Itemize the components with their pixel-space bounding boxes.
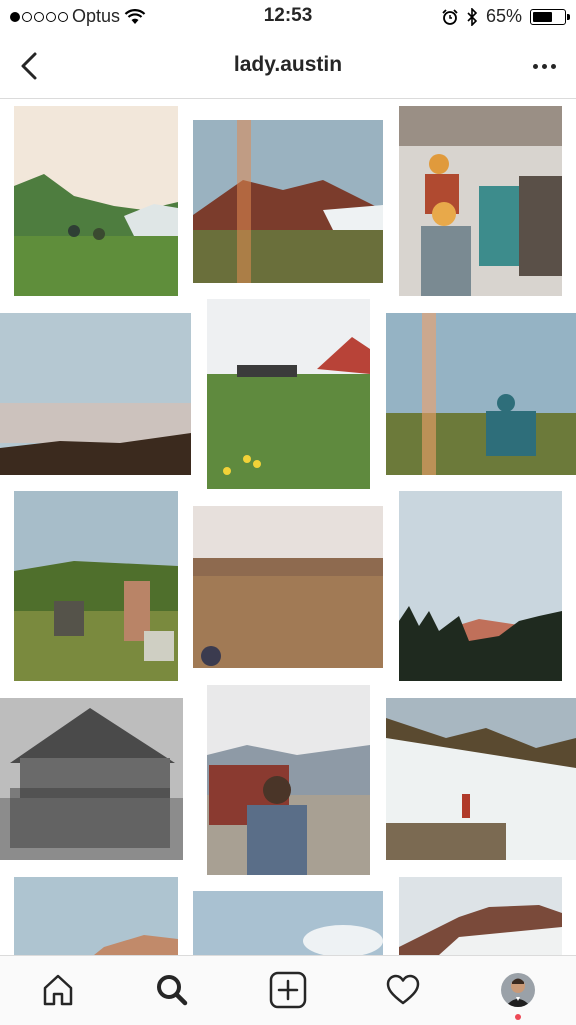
photo-sky-horizon [0,313,191,475]
battery-percent: 65% [485,6,522,26]
photo-clouds-partial [193,891,383,955]
photo-mountain-meadow [14,106,178,296]
add-post-icon [269,971,307,1009]
status-bar: Optus 12:53 65% [0,0,576,34]
alarm-icon [442,8,458,25]
more-horizontal-icon [532,63,556,69]
photo-tile-10[interactable] [0,698,183,860]
tab-profile[interactable] [498,970,538,1010]
photo-hikers-field [207,299,370,489]
tab-new-post[interactable] [268,970,308,1010]
photo-tile-15[interactable] [399,877,562,955]
photo-tile-1[interactable] [14,106,178,296]
tab-activity[interactable] [383,970,423,1010]
photo-tile-8[interactable] [193,506,383,668]
photo-tile-13[interactable] [14,877,178,955]
photo-cabin-group [0,698,183,860]
photo-tile-5[interactable] [207,299,370,489]
photo-tile-6[interactable] [386,313,576,475]
photo-group-rest [14,491,178,681]
photo-tile-2[interactable] [193,120,383,283]
photo-tile-3[interactable] [399,106,562,296]
photo-man-truck [207,685,370,875]
photo-forest-peak [399,491,562,681]
tab-search[interactable] [152,970,192,1010]
profile-header: lady.austin [0,34,576,99]
photo-tile-7[interactable] [14,491,178,681]
photo-climbers-group [399,106,562,296]
activity-notification-dot [515,1014,521,1020]
photo-hiker-sitting [386,313,576,475]
photo-snow-slope [386,698,576,860]
home-icon [43,974,73,1006]
photo-plains-sunset [193,506,383,668]
bottom-tab-bar [0,955,576,1025]
heart-icon [386,974,420,1005]
profile-avatar [501,973,535,1007]
search-icon [157,975,188,1006]
status-right: 65% [442,6,570,27]
photo-tile-4[interactable] [0,313,191,475]
photo-red-ridge [193,120,383,283]
tab-home[interactable] [38,970,78,1010]
bluetooth-icon [467,7,478,26]
battery-icon [530,8,570,25]
photo-tile-9[interactable] [399,491,562,681]
profile-username: lady.austin [233,53,343,76]
photo-tile-11[interactable] [207,685,370,875]
photo-sky-partial [14,877,178,955]
more-options-button[interactable] [526,54,562,78]
photo-tile-12[interactable] [386,698,576,860]
photo-tile-14[interactable] [193,891,383,955]
photo-ridge-partial [399,877,562,955]
